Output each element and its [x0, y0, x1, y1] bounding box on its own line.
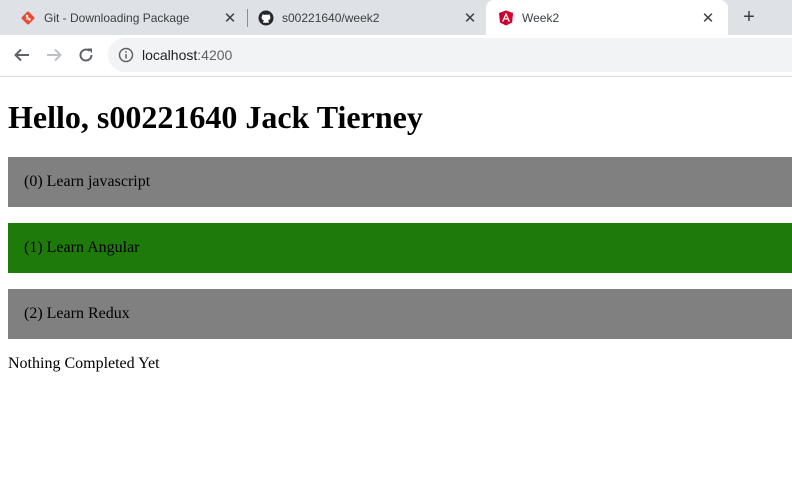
- angular-icon: [499, 10, 513, 25]
- back-button[interactable]: [10, 43, 34, 67]
- tab-strip: Git - Downloading Package ✕ s00221640/we…: [0, 0, 792, 35]
- new-tab-button[interactable]: +: [738, 6, 760, 28]
- tab-title: s00221640/week2: [282, 10, 380, 25]
- browser-toolbar: localhost:4200: [0, 35, 792, 77]
- address-bar[interactable]: localhost:4200: [108, 38, 792, 72]
- tab-git-downloading[interactable]: Git - Downloading Package ✕: [0, 0, 246, 35]
- tab-title: Week2: [522, 10, 560, 25]
- info-icon[interactable]: [118, 47, 134, 63]
- close-icon[interactable]: ✕: [462, 10, 478, 27]
- git-icon: [21, 11, 35, 24]
- close-icon[interactable]: ✕: [222, 10, 238, 27]
- forward-button[interactable]: [42, 43, 66, 67]
- todo-label: (0) Learn javascript: [24, 173, 151, 190]
- url-text[interactable]: localhost:4200: [142, 47, 232, 63]
- todo-item[interactable]: (2) Learn Redux: [8, 289, 792, 339]
- arrow-right-icon: [47, 48, 62, 62]
- url-port: :4200: [197, 47, 233, 63]
- todo-label: (1) Learn Angular: [24, 239, 140, 256]
- tab-week2[interactable]: Week2 ✕: [486, 0, 728, 35]
- todo-item[interactable]: (0) Learn javascript: [8, 157, 792, 207]
- close-icon[interactable]: ✕: [700, 10, 716, 27]
- github-icon: [258, 10, 274, 25]
- tab-github-week2[interactable]: s00221640/week2 ✕: [238, 0, 486, 35]
- reload-button[interactable]: [74, 43, 98, 67]
- page-title: Hello, s00221640 Jack Tierney: [8, 99, 423, 135]
- arrow-left-icon: [14, 48, 29, 62]
- url-host: localhost: [142, 47, 198, 63]
- tab-title: Git - Downloading Package: [44, 10, 190, 25]
- completion-status: Nothing Completed Yet: [8, 355, 160, 372]
- todo-item[interactable]: (1) Learn Angular: [8, 223, 792, 273]
- todo-label: (2) Learn Redux: [24, 305, 130, 322]
- reload-icon: [79, 48, 93, 62]
